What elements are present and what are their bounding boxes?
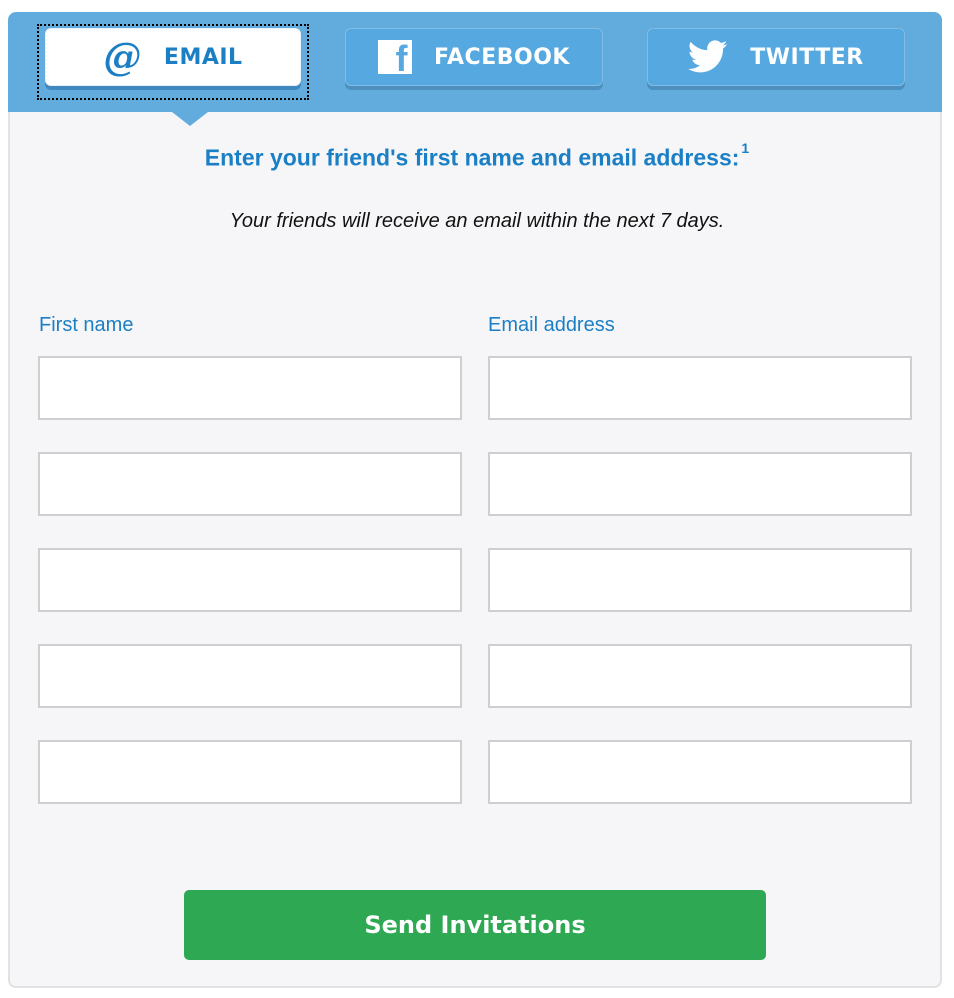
tab-facebook[interactable]: f FACEBOOK	[345, 28, 603, 86]
email-input-5[interactable]	[488, 740, 912, 804]
tab-twitter-label: TWITTER	[750, 44, 864, 70]
tab-email[interactable]: @ EMAIL	[45, 28, 301, 86]
share-tab-bar: @ EMAIL f FACEBOOK TWITTER	[8, 12, 942, 112]
send-invitations-button[interactable]: Send Invitations	[184, 890, 766, 960]
facebook-icon: f	[378, 40, 413, 77]
tab-twitter[interactable]: TWITTER	[647, 28, 905, 86]
first-name-input-1[interactable]	[38, 356, 462, 420]
email-input-1[interactable]	[488, 356, 912, 420]
first-name-input-4[interactable]	[38, 644, 462, 708]
email-input-2[interactable]	[488, 452, 912, 516]
tab-email-label: EMAIL	[163, 44, 243, 70]
first-name-label: First name	[39, 314, 134, 336]
form-heading: Enter your friend's first name and email…	[0, 140, 954, 172]
twitter-bird-icon	[688, 40, 728, 73]
email-input-3[interactable]	[488, 548, 912, 612]
form-subtext: Your friends will receive an email withi…	[229, 210, 725, 232]
email-address-label: Email address	[488, 314, 615, 336]
first-name-input-5[interactable]	[38, 740, 462, 804]
first-name-input-3[interactable]	[38, 548, 462, 612]
active-tab-pointer	[172, 112, 208, 126]
email-input-4[interactable]	[488, 644, 912, 708]
footnote-marker[interactable]: 1	[741, 140, 749, 156]
tab-facebook-label: FACEBOOK	[434, 44, 570, 70]
form-heading-text: Enter your friend's first name and email…	[204, 144, 740, 171]
at-sign-icon: @	[103, 34, 142, 79]
first-name-input-2[interactable]	[38, 452, 462, 516]
